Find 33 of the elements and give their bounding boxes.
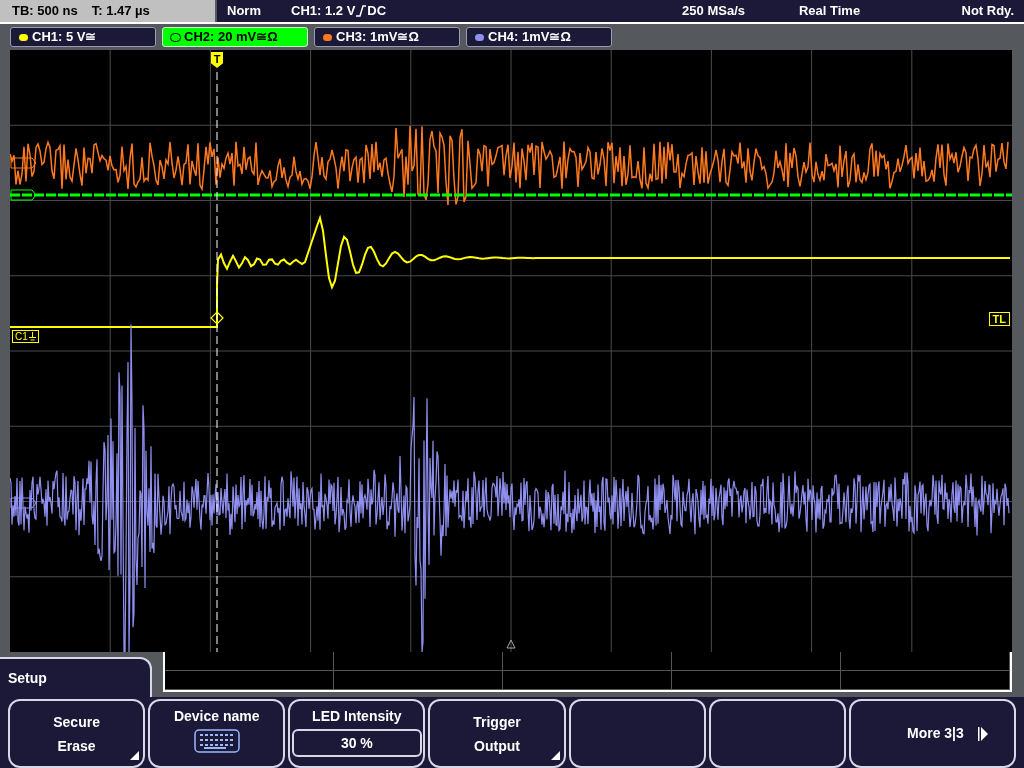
timebase-text: TB: 500 ns bbox=[12, 2, 78, 21]
trigger-time-text: T: 1.47 µs bbox=[91, 2, 150, 21]
keyboard-icon bbox=[193, 729, 240, 753]
status-text: Not Rdy. bbox=[961, 2, 1014, 21]
channel-tab[interactable]: CH2: 20 mV≅Ω bbox=[162, 27, 308, 47]
softkey[interactable]: More 3|3 bbox=[848, 699, 1016, 768]
corner-triangle-icon bbox=[550, 751, 560, 760]
rising-edge-icon bbox=[356, 5, 367, 17]
channel-marker-icon bbox=[10, 189, 37, 201]
softkey-label: LED Intensity bbox=[312, 707, 402, 725]
channel-marker-icon bbox=[10, 497, 37, 509]
next-page-icon bbox=[977, 726, 988, 741]
value-field[interactable]: 30 % bbox=[291, 729, 422, 757]
channel-tab[interactable]: CH3: 1mV≅Ω bbox=[314, 27, 460, 47]
softkey[interactable] bbox=[568, 699, 706, 768]
trigger-source-text: CH1: 1.2 V bbox=[291, 2, 356, 21]
channel-tab[interactable]: CH1: 5 V≅ bbox=[10, 27, 156, 47]
softkey[interactable]: Secure Erase bbox=[8, 699, 146, 768]
softkey[interactable] bbox=[708, 699, 846, 768]
softkey[interactable]: Device name bbox=[148, 699, 286, 768]
softkey[interactable]: Trigger Output bbox=[428, 699, 566, 768]
channel-marker-icon bbox=[10, 157, 37, 169]
corner-triangle-icon bbox=[130, 751, 140, 760]
trigger-marker: T bbox=[211, 52, 223, 68]
sample-rate-text: 250 MSa/s bbox=[682, 2, 745, 21]
trigger-level-marker: TL bbox=[988, 312, 1010, 326]
coupling-text: DC bbox=[367, 2, 387, 21]
channel-marker-label: C1 bbox=[15, 331, 28, 342]
center-marker-icon bbox=[506, 639, 516, 649]
acquisition-mode-text: Real Time bbox=[798, 2, 861, 21]
channel-tab[interactable]: CH4: 1mV≅Ω bbox=[466, 27, 612, 47]
trigger-point-icon bbox=[210, 311, 224, 325]
trigger-mode-text: Norm bbox=[227, 2, 262, 21]
